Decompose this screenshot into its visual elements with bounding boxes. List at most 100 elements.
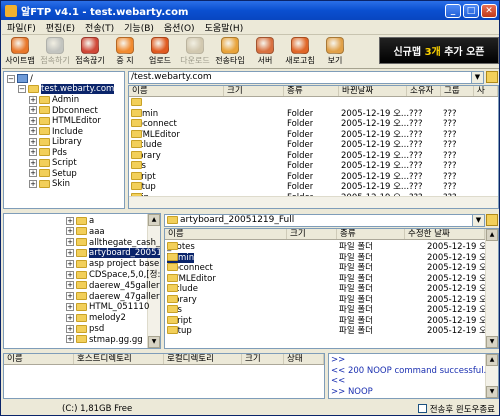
collapse-icon[interactable]: − [7, 74, 15, 83]
local-list-scrollbar[interactable]: ▲ ▼ [485, 229, 498, 348]
column-header-item[interactable]: 소유자 [407, 86, 441, 96]
remote-file-row[interactable]: Library Folder 2005-12-19 오...?????? [129, 150, 498, 162]
expand-icon[interactable]: + [29, 127, 37, 135]
menu-item[interactable]: 옵션(O) [159, 21, 200, 34]
expand-icon[interactable]: + [66, 281, 74, 290]
remote-tree-item[interactable]: + Script [29, 158, 77, 168]
expand-icon[interactable]: + [66, 227, 74, 236]
expand-icon[interactable]: + [66, 313, 74, 322]
expand-icon[interactable]: + [29, 179, 37, 188]
remote-tree-item[interactable]: + HTMLEditor [29, 116, 101, 126]
local-file-row[interactable]: Admin 파일 폴더 2005-12-19 오후 [165, 252, 495, 264]
log-scrollbar[interactable]: ▲ ▼ [485, 354, 498, 398]
menu-item[interactable]: 도움말(H) [200, 21, 249, 34]
toolbar-button-3[interactable]: 접속끊기 [73, 35, 107, 67]
remote-tree-item[interactable]: + Admin [29, 95, 79, 105]
local-folder-up-icon[interactable] [486, 214, 498, 226]
maximize-button[interactable]: □ [463, 3, 479, 18]
local-path-field[interactable]: artyboard_20051219_Full [164, 214, 473, 227]
column-header-item[interactable]: 크기 [287, 229, 337, 239]
remote-tree-item[interactable]: + Library [29, 137, 82, 147]
remote-tree-item[interactable]: + Setup [29, 169, 77, 179]
toolbar-button-7[interactable]: 전송타입 [213, 35, 247, 67]
collapse-icon[interactable]: − [18, 84, 26, 93]
menu-item[interactable]: 파일(F) [2, 21, 41, 34]
remote-file-row[interactable]: Admin Folder 2005-12-19 오...?????? [129, 108, 498, 120]
remote-file-row[interactable]: Pds Folder 2005-12-19 오...?????? [129, 161, 498, 172]
column-header-item[interactable]: 바뀐날짜 [339, 86, 407, 96]
local-tree-item[interactable]: + melody2 [66, 313, 126, 323]
toolbar-button-2[interactable]: 접속하기 [38, 35, 72, 67]
menu-item[interactable]: 전송(T) [80, 21, 119, 34]
remote-path-field[interactable]: /test.webarty.com [128, 71, 472, 84]
transfer-queue[interactable]: 이름 호스트디렉토리 로컬디렉토리 크기 상태 [3, 353, 325, 399]
expand-icon[interactable]: + [66, 324, 74, 333]
local-tree-item[interactable]: + daerew_45gallery [66, 281, 160, 291]
local-path-dropdown[interactable]: ▼ [472, 214, 485, 227]
local-file-row[interactable]: Dbconnect 파일 폴더 2005-12-19 오후 [165, 263, 495, 274]
local-tree-item[interactable]: + stmap.gg.gg [66, 335, 143, 345]
local-file-row[interactable]: Library 파일 폴더 2005-12-19 오후 [165, 294, 495, 306]
expand-icon[interactable]: + [66, 238, 74, 247]
local-file-row[interactable]: Setup 파일 폴더 2005-12-19 오후 [165, 326, 495, 337]
column-header-item[interactable]: 종류 [284, 86, 339, 96]
queue-column-5[interactable]: 상태 [284, 354, 324, 364]
tree-root[interactable]: − / [7, 74, 33, 84]
local-tree-item[interactable]: + artyboard_2005121 [66, 248, 160, 259]
remote-file-row[interactable]: Dbconnect Folder 2005-12-19 오...?????? [129, 119, 498, 130]
toolbar-button-5[interactable]: 업로드 [143, 35, 177, 67]
ad-banner[interactable]: 신규맵 3개 추가 오픈 [379, 37, 499, 64]
toolbar-button-9[interactable]: 새로고침 [283, 35, 317, 67]
local-tree-item[interactable]: + aaa [66, 227, 105, 237]
shutdown-checkbox[interactable] [417, 404, 427, 413]
queue-column-1[interactable]: 이름 [4, 354, 74, 364]
expand-icon[interactable]: + [29, 169, 37, 177]
expand-icon[interactable]: + [66, 248, 74, 257]
remote-file-row[interactable]: Script Folder 2005-12-19 오...?????? [129, 171, 498, 183]
column-header-item[interactable]: 사 [474, 86, 498, 96]
local-file-row[interactable]: _notes 파일 폴더 2005-12-19 오후 [165, 242, 495, 253]
expand-icon[interactable]: + [29, 158, 37, 167]
local-tree-item[interactable]: + daerew_47gallery [66, 292, 160, 302]
remote-tree-item[interactable]: + Dbconnect [29, 106, 98, 116]
column-header-item[interactable]: 수정한 날짜 [405, 229, 485, 239]
expand-icon[interactable]: + [29, 148, 37, 156]
column-header-item[interactable]: 크기 [224, 86, 284, 96]
queue-column-2[interactable]: 호스트디렉토리 [74, 354, 164, 364]
title-bar[interactable]: 알FTP v4.1 - test.webarty.com _ □ ✕ [1, 1, 499, 20]
local-tree-item[interactable]: + a [66, 216, 94, 226]
local-file-row[interactable]: Include 파일 폴더 2005-12-19 오후 [165, 284, 495, 295]
toolbar-button-4[interactable]: 중 지 [108, 35, 142, 67]
toolbar-button-10[interactable]: 보기 [318, 35, 352, 67]
expand-icon[interactable]: + [29, 116, 37, 125]
expand-icon[interactable]: + [29, 106, 37, 114]
expand-icon[interactable]: + [66, 302, 74, 311]
local-file-row[interactable]: Pds파일 폴더2005-12-19 오후 [165, 305, 495, 316]
local-file-list[interactable]: 이름 크기 종류 수정한 날짜 _notes 파일 폴더 2005-12-19 오후 Adm… [164, 228, 499, 349]
remote-file-list[interactable]: 이름크기종류바뀐날짜소유자그룹사 ..Admin Folder 2005-12-19… [128, 85, 499, 209]
remote-hscrollbar[interactable] [129, 196, 498, 208]
toolbar-button-8[interactable]: 서버 [248, 35, 282, 67]
remote-folder-up-icon[interactable] [486, 71, 498, 83]
column-header-item[interactable]: 그룹 [441, 86, 474, 96]
column-header-item[interactable]: 이름 [129, 86, 224, 96]
remote-tree-item[interactable]: + Pds [29, 148, 67, 158]
column-header-item[interactable]: 종류 [337, 229, 405, 239]
minimize-button[interactable]: _ [445, 3, 461, 18]
local-file-row[interactable]: Script 파일 폴더 2005-12-19 오후 [165, 315, 495, 327]
expand-icon[interactable]: + [66, 270, 74, 279]
local-file-row[interactable]: HTMLEditor 파일 폴더 2005-12-19 오후 [165, 273, 495, 285]
queue-column-3[interactable]: 로컬디렉토리 [164, 354, 242, 364]
expand-icon[interactable]: + [29, 137, 37, 146]
expand-icon[interactable]: + [66, 335, 74, 344]
tree-host[interactable]: − test.webarty.com [18, 84, 115, 94]
local-tree-item[interactable]: + CDSpace,5,0,[정: [66, 270, 160, 280]
local-tree[interactable]: ▲ ▼ + a + aaa + allthegate_cash_r + artyboard_20… [3, 213, 161, 349]
menu-item[interactable]: 기능(B) [119, 21, 159, 34]
expand-icon[interactable]: + [66, 259, 74, 268]
local-tree-item[interactable]: + psd [66, 324, 104, 334]
local-tree-item[interactable]: + HTML_051110 [66, 302, 149, 312]
expand-icon[interactable]: + [66, 292, 74, 301]
local-tree-item[interactable]: + allthegate_cash_r [66, 238, 160, 248]
remote-tree-item[interactable]: + Include [29, 127, 83, 137]
